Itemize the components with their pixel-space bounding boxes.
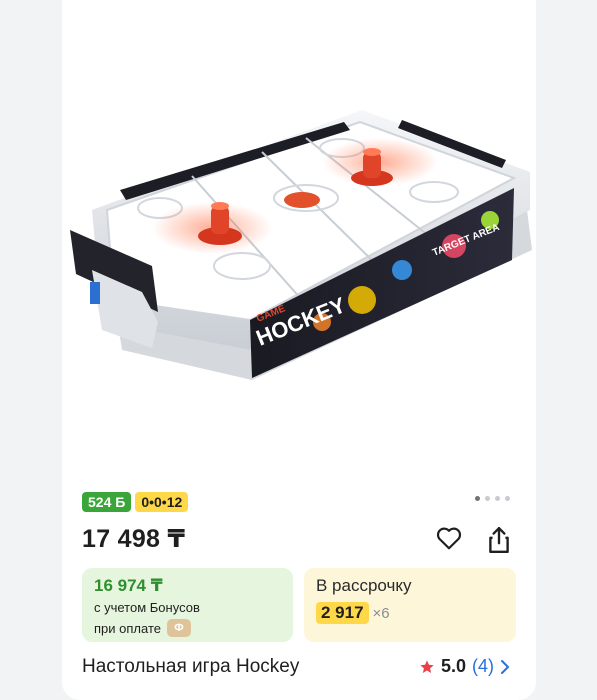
chevron-right-icon [501, 659, 509, 674]
bonus-badge: 524 Б [82, 492, 132, 512]
installment-title: В рассрочку [316, 576, 412, 595]
share-icon [489, 526, 509, 554]
installment-card[interactable]: В рассрочку 2 917 ×6 [304, 568, 516, 642]
bonus-price-card[interactable]: 16 974 ₸ с учетом Бонусов при оплате Ф [82, 568, 293, 642]
star-icon [420, 659, 434, 673]
product-price: 17 498 ₸ [82, 525, 186, 553]
installment-badge: 0•0•12 [135, 492, 189, 512]
bonus-caption: с учетом Бонусов [94, 600, 200, 615]
bonus-coin-icon: Ф [166, 619, 191, 637]
product-card: HOCKEY GAME TARGET AREA 524 Б 0•0•12 17 … [62, 0, 536, 700]
share-button[interactable] [482, 523, 516, 557]
product-image[interactable]: HOCKEY GAME TARGET AREA [62, 60, 536, 440]
carousel-dot [475, 496, 480, 501]
installment-amount: 2 917 [316, 602, 369, 624]
promo-badges: 524 Б 0•0•12 [82, 492, 189, 512]
carousel-dot [485, 496, 490, 501]
rating-link[interactable]: 5.0 (4) [419, 656, 510, 677]
installment-multiplier: ×6 [372, 604, 390, 622]
bonus-price: 16 974 ₸ [94, 576, 163, 595]
review-count: (4) [472, 656, 494, 676]
carousel-indicator [475, 496, 510, 501]
heart-icon [436, 527, 462, 550]
favorite-button[interactable] [432, 523, 466, 553]
carousel-dot [495, 496, 500, 501]
product-title: Настольная игра Hockey [82, 656, 300, 677]
carousel-dot [505, 496, 510, 501]
rating-value: 5.0 [440, 656, 466, 676]
bonus-caption-2: при оплате [94, 620, 161, 636]
